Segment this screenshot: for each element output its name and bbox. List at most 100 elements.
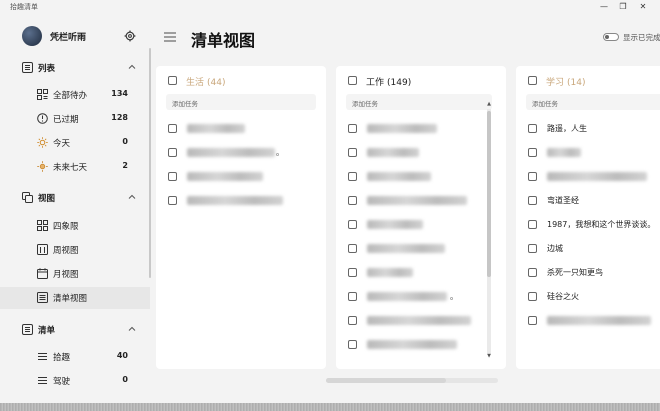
task-item[interactable]: 。 xyxy=(168,145,318,161)
sidebar-item-label: 驾驶 xyxy=(53,377,71,387)
task-item[interactable] xyxy=(348,265,498,281)
task-checkbox[interactable] xyxy=(528,292,537,301)
hamburger-menu-icon[interactable] xyxy=(164,32,176,42)
avatar[interactable] xyxy=(22,26,42,46)
task-text-redacted xyxy=(367,268,413,277)
task-checkbox[interactable] xyxy=(348,172,357,181)
task-item[interactable]: 杀死一只知更鸟 xyxy=(528,265,660,281)
column-title: 工作 (149) xyxy=(366,75,411,88)
task-checkbox[interactable] xyxy=(528,172,537,181)
task-checkbox[interactable] xyxy=(528,124,537,133)
task-item[interactable] xyxy=(168,169,318,185)
task-checkbox[interactable] xyxy=(348,220,357,229)
today-sun-icon xyxy=(37,137,48,148)
board-horizontal-scrollbar[interactable] xyxy=(326,378,498,383)
task-checkbox[interactable] xyxy=(168,124,177,133)
checklist-section-icon xyxy=(22,324,33,335)
task-item[interactable] xyxy=(348,145,498,161)
task-checkbox[interactable] xyxy=(528,148,537,157)
task-text-redacted xyxy=(187,148,275,157)
task-checkbox[interactable] xyxy=(168,148,177,157)
column-select-checkbox[interactable] xyxy=(168,76,177,85)
scroll-up-arrow-icon[interactable]: ▲ xyxy=(487,101,491,107)
sidebar-scrollbar[interactable] xyxy=(149,48,151,278)
sidebar-item-next-seven-days[interactable]: 未来七天 2 xyxy=(0,156,150,178)
task-item[interactable] xyxy=(348,337,498,353)
column-header: 学习 (14) xyxy=(528,74,660,88)
sidebar-item-shiqu[interactable]: 拾趣 40 xyxy=(0,346,150,368)
sidebar-item-month-view[interactable]: 月视图 xyxy=(0,263,150,285)
column-scrollbar[interactable]: ▲ ▼ xyxy=(487,101,491,361)
show-completed-toggle[interactable] xyxy=(603,33,619,41)
sidebar-item-today[interactable]: 今天 0 xyxy=(0,132,150,154)
sidebar-item-overdue[interactable]: 已过期 128 xyxy=(0,108,150,130)
close-button[interactable]: ✕ xyxy=(637,1,649,13)
task-checkbox[interactable] xyxy=(348,196,357,205)
task-text-tail: 。 xyxy=(276,148,284,157)
title-bar: 拾趣清单 — ❐ ✕ xyxy=(0,0,660,14)
task-item[interactable] xyxy=(348,241,498,257)
task-checkbox[interactable] xyxy=(348,268,357,277)
horizontal-scroll-thumb[interactable] xyxy=(326,378,446,383)
task-checkbox[interactable] xyxy=(348,292,357,301)
task-text-redacted xyxy=(367,172,431,181)
task-text: 路遥，人生 xyxy=(547,124,587,133)
scroll-down-arrow-icon[interactable]: ▼ xyxy=(487,353,491,359)
task-checkbox[interactable] xyxy=(348,124,357,133)
sidebar-item-driving[interactable]: 驾驶 0 xyxy=(0,370,150,392)
task-checkbox[interactable] xyxy=(348,340,357,349)
sidebar-item-all-todos[interactable]: 全部待办 134 xyxy=(0,84,150,106)
task-item[interactable] xyxy=(348,313,498,329)
task-item[interactable] xyxy=(348,217,498,233)
task-item[interactable] xyxy=(348,193,498,209)
next-seven-days-icon xyxy=(37,161,48,172)
chevron-up-icon[interactable] xyxy=(128,325,136,333)
chevron-up-icon[interactable] xyxy=(128,63,136,71)
settings-gear-icon[interactable] xyxy=(124,30,136,42)
show-completed-label: 显示已完成 xyxy=(623,33,660,42)
task-item[interactable]: 硅谷之火 xyxy=(528,289,660,305)
task-checkbox[interactable] xyxy=(348,316,357,325)
task-item[interactable] xyxy=(348,121,498,137)
column-title-text: 工作 xyxy=(366,78,385,88)
add-task-input[interactable]: 添加任务 xyxy=(526,94,660,110)
task-item[interactable]: 1987，我想和这个世界谈谈。 xyxy=(528,217,660,233)
column-select-checkbox[interactable] xyxy=(348,76,357,85)
task-text-redacted xyxy=(367,124,437,133)
task-checkbox[interactable] xyxy=(168,172,177,181)
scroll-thumb[interactable] xyxy=(487,111,491,277)
section-views-header[interactable]: 视图 xyxy=(22,191,142,205)
task-checkbox[interactable] xyxy=(528,268,537,277)
chevron-up-icon[interactable] xyxy=(128,193,136,201)
task-text-redacted xyxy=(367,292,447,301)
section-checklist-header[interactable]: 清单 xyxy=(22,323,142,337)
task-checkbox[interactable] xyxy=(348,148,357,157)
task-checkbox[interactable] xyxy=(168,196,177,205)
add-task-input[interactable]: 添加任务 xyxy=(166,94,316,110)
sidebar-item-four-quadrant[interactable]: 四象限 xyxy=(0,215,150,237)
task-checkbox[interactable] xyxy=(528,220,537,229)
task-item[interactable]: 。 xyxy=(348,289,498,305)
add-task-input[interactable]: 添加任务 xyxy=(346,94,492,110)
sidebar-item-week-view[interactable]: 周视图 xyxy=(0,239,150,261)
task-item[interactable]: 弯道圣经 xyxy=(528,193,660,209)
task-item[interactable] xyxy=(168,121,318,137)
task-item[interactable]: 路遥，人生 xyxy=(528,121,660,137)
task-item[interactable] xyxy=(528,145,660,161)
task-item[interactable] xyxy=(348,169,498,185)
minimize-button[interactable]: — xyxy=(598,1,610,13)
task-checkbox[interactable] xyxy=(528,196,537,205)
task-checkbox[interactable] xyxy=(528,316,537,325)
column-select-checkbox[interactable] xyxy=(528,76,537,85)
sidebar-item-list-view[interactable]: 清单视图 xyxy=(0,287,150,309)
task-checkbox[interactable] xyxy=(528,244,537,253)
task-item[interactable] xyxy=(528,169,660,185)
task-item[interactable] xyxy=(168,193,318,209)
maximize-button[interactable]: ❐ xyxy=(617,1,629,13)
task-item[interactable]: 边城 xyxy=(528,241,660,257)
app-title: 拾趣清单 xyxy=(10,3,38,11)
task-checkbox[interactable] xyxy=(348,244,357,253)
task-item[interactable] xyxy=(528,313,660,329)
section-list-header[interactable]: 列表 xyxy=(22,61,142,75)
column-header: 工作 (149) xyxy=(348,74,506,88)
